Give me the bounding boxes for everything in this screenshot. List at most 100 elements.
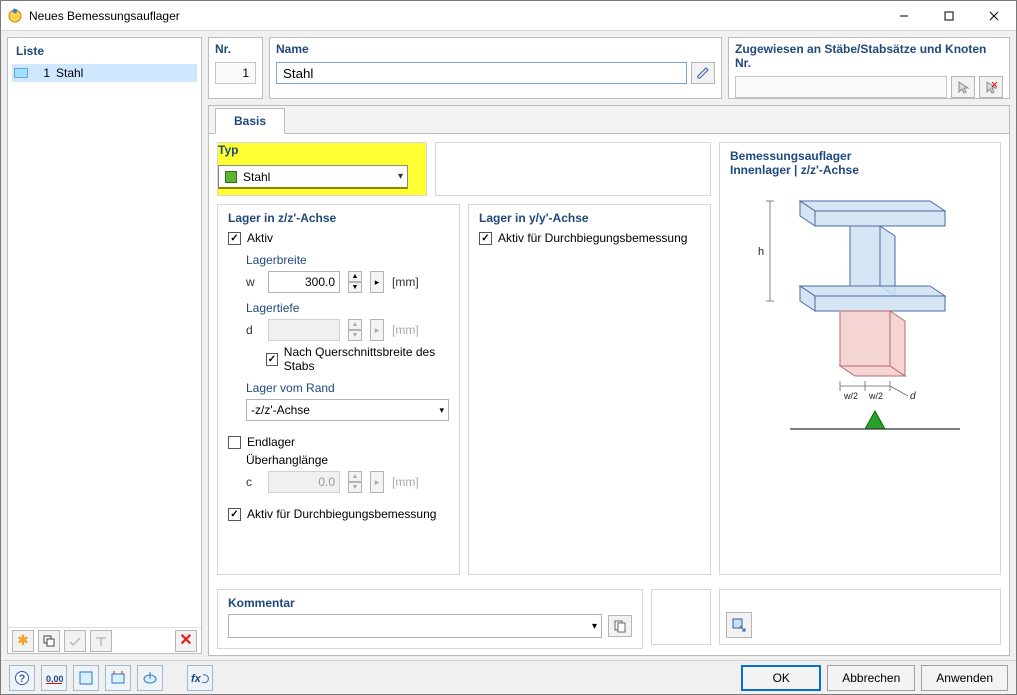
model-icon [110, 670, 126, 686]
ok-button[interactable]: OK [741, 665, 821, 691]
clear-assign-button[interactable] [979, 76, 1003, 98]
form-left: Typ Stahl ▾ [217, 142, 711, 575]
d-input [268, 319, 340, 341]
app-icon [7, 8, 23, 24]
z-durch-label: Aktiv für Durchbiegungsbemessung [247, 507, 436, 521]
list-toolbar: ✱ ✕ [8, 627, 201, 653]
preview-group: Bemessungsauflager Innenlager | z/z'-Ach… [719, 142, 1001, 575]
cursor-icon [956, 80, 970, 94]
svg-text:0,00: 0,00 [46, 674, 63, 684]
z-group-title: Lager in z/z'-Achse [228, 211, 449, 225]
w-spin[interactable]: ▲▼ [348, 271, 362, 293]
list-panel: Liste 1 Stahl ✱ [7, 37, 202, 654]
nach-querschnitt-check[interactable] [266, 353, 278, 366]
model-button[interactable] [105, 665, 131, 691]
typ-color-swatch [225, 171, 237, 183]
typ-combo[interactable]: Stahl ▾ [218, 165, 408, 189]
name-panel: Name [269, 37, 722, 99]
new-item-button[interactable]: ✱ [12, 630, 34, 652]
name-input[interactable] [276, 62, 687, 84]
check-out-button[interactable] [90, 630, 112, 652]
w-step-button[interactable]: ▸ [370, 271, 384, 293]
typ-value: Stahl [243, 170, 392, 184]
content-area: Liste 1 Stahl ✱ [1, 31, 1016, 660]
svg-text:w/2: w/2 [868, 391, 883, 401]
maximize-button[interactable] [926, 1, 971, 30]
w-field: w 300.0 ▲▼ ▸ [mm] [246, 271, 449, 293]
c-unit: [mm] [392, 475, 419, 489]
y-group: Lager in y/y'-Achse Aktiv für Durchbiegu… [468, 204, 711, 575]
uberhang-label: Überhanglänge [246, 453, 449, 467]
preview-title-1: Bemessungsauflager [730, 149, 990, 163]
close-button[interactable] [971, 1, 1016, 30]
comment-combo[interactable]: ▾ [228, 614, 602, 638]
list-item-name: Stahl [56, 66, 83, 80]
list-body[interactable]: 1 Stahl [8, 62, 201, 627]
endlager-check[interactable] [228, 436, 241, 449]
delete-item-button[interactable]: ✕ [175, 630, 197, 652]
rand-combo[interactable]: -z/z'-Achse ▾ [246, 399, 449, 421]
help-button[interactable]: ? [9, 665, 35, 691]
endlager-row[interactable]: Endlager [228, 435, 449, 449]
w-unit: [mm] [392, 275, 419, 289]
z-group: Lager in z/z'-Achse Aktiv Lagerbreite w [217, 204, 460, 575]
y-durch-check[interactable] [479, 232, 492, 245]
titlebar: Neues Bemessungsauflager [1, 1, 1016, 31]
window-title: Neues Bemessungsauflager [29, 9, 881, 23]
endlager-label: Endlager [247, 435, 295, 449]
note-icon [613, 619, 627, 633]
z-aktiv-check[interactable] [228, 232, 241, 245]
cursor-x-icon [984, 80, 998, 94]
name-edit-button[interactable] [691, 62, 715, 84]
assign-input[interactable] [735, 76, 947, 98]
z-aktiv-row[interactable]: Aktiv [228, 231, 449, 245]
form-body: Typ Stahl ▾ [209, 134, 1009, 583]
check-in-button[interactable] [64, 630, 86, 652]
rand-label: Lager vom Rand [246, 381, 449, 395]
preview-btn-panel [719, 589, 1001, 645]
chevron-down-icon: ▾ [592, 621, 597, 632]
nr-field[interactable]: 1 [215, 62, 256, 84]
comment-pick-button[interactable] [608, 615, 632, 637]
comment-aux-panel [651, 589, 711, 645]
copy-item-button[interactable] [38, 630, 60, 652]
y-group-title: Lager in y/y'-Achse [479, 211, 700, 225]
minimize-button[interactable] [881, 1, 926, 30]
assign-label: Zugewiesen an Stäbe/Stabsätze und Knoten… [735, 42, 1003, 70]
d-spin: ▲▼ [348, 319, 362, 341]
render-button[interactable] [137, 665, 163, 691]
list-item[interactable]: 1 Stahl [12, 64, 197, 82]
w-input[interactable]: 300.0 [268, 271, 340, 293]
tab-basis[interactable]: Basis [215, 108, 285, 134]
left-column: Liste 1 Stahl ✱ [7, 37, 202, 654]
list-item-num: 1 [34, 66, 50, 80]
rand-value: -z/z'-Achse [251, 403, 310, 417]
list-label: Liste [8, 38, 201, 62]
checkin-icon [68, 634, 82, 648]
list-item-swatch [14, 68, 28, 78]
c-input: 0.0 [268, 471, 340, 493]
nach-querschnitt-row[interactable]: Nach Querschnittsbreite des Stabs [266, 345, 449, 373]
h-label: h [758, 246, 764, 258]
z-aktiv-label: Aktiv [247, 231, 273, 245]
chevron-down-icon: ▾ [439, 405, 444, 416]
units-icon: 0,00 [45, 671, 63, 685]
c-step-button: ▸ [370, 471, 384, 493]
y-durch-row[interactable]: Aktiv für Durchbiegungsbemessung [479, 231, 700, 245]
cancel-button[interactable]: Abbrechen [827, 665, 915, 691]
units-button[interactable]: 0,00 [41, 665, 67, 691]
preview-refresh-button[interactable] [726, 612, 752, 638]
comment-label: Kommentar [228, 596, 632, 610]
fx-button[interactable]: fx [187, 665, 213, 691]
name-label: Name [276, 42, 715, 56]
bottom-bar: ? 0,00 fx OK Abbrechen Anwenden [1, 660, 1016, 694]
z-durch-check[interactable] [228, 508, 241, 521]
checkout-icon [94, 634, 108, 648]
pick-member-button[interactable] [951, 76, 975, 98]
w-sym: w [246, 275, 260, 289]
view-button[interactable] [73, 665, 99, 691]
apply-button[interactable]: Anwenden [921, 665, 1008, 691]
c-spin: ▲▼ [348, 471, 362, 493]
right-area: Nr. 1 Name Zugewiesen an Stäbe/Stabsätze… [208, 37, 1010, 654]
z-durch-row[interactable]: Aktiv für Durchbiegungsbemessung [228, 507, 449, 521]
